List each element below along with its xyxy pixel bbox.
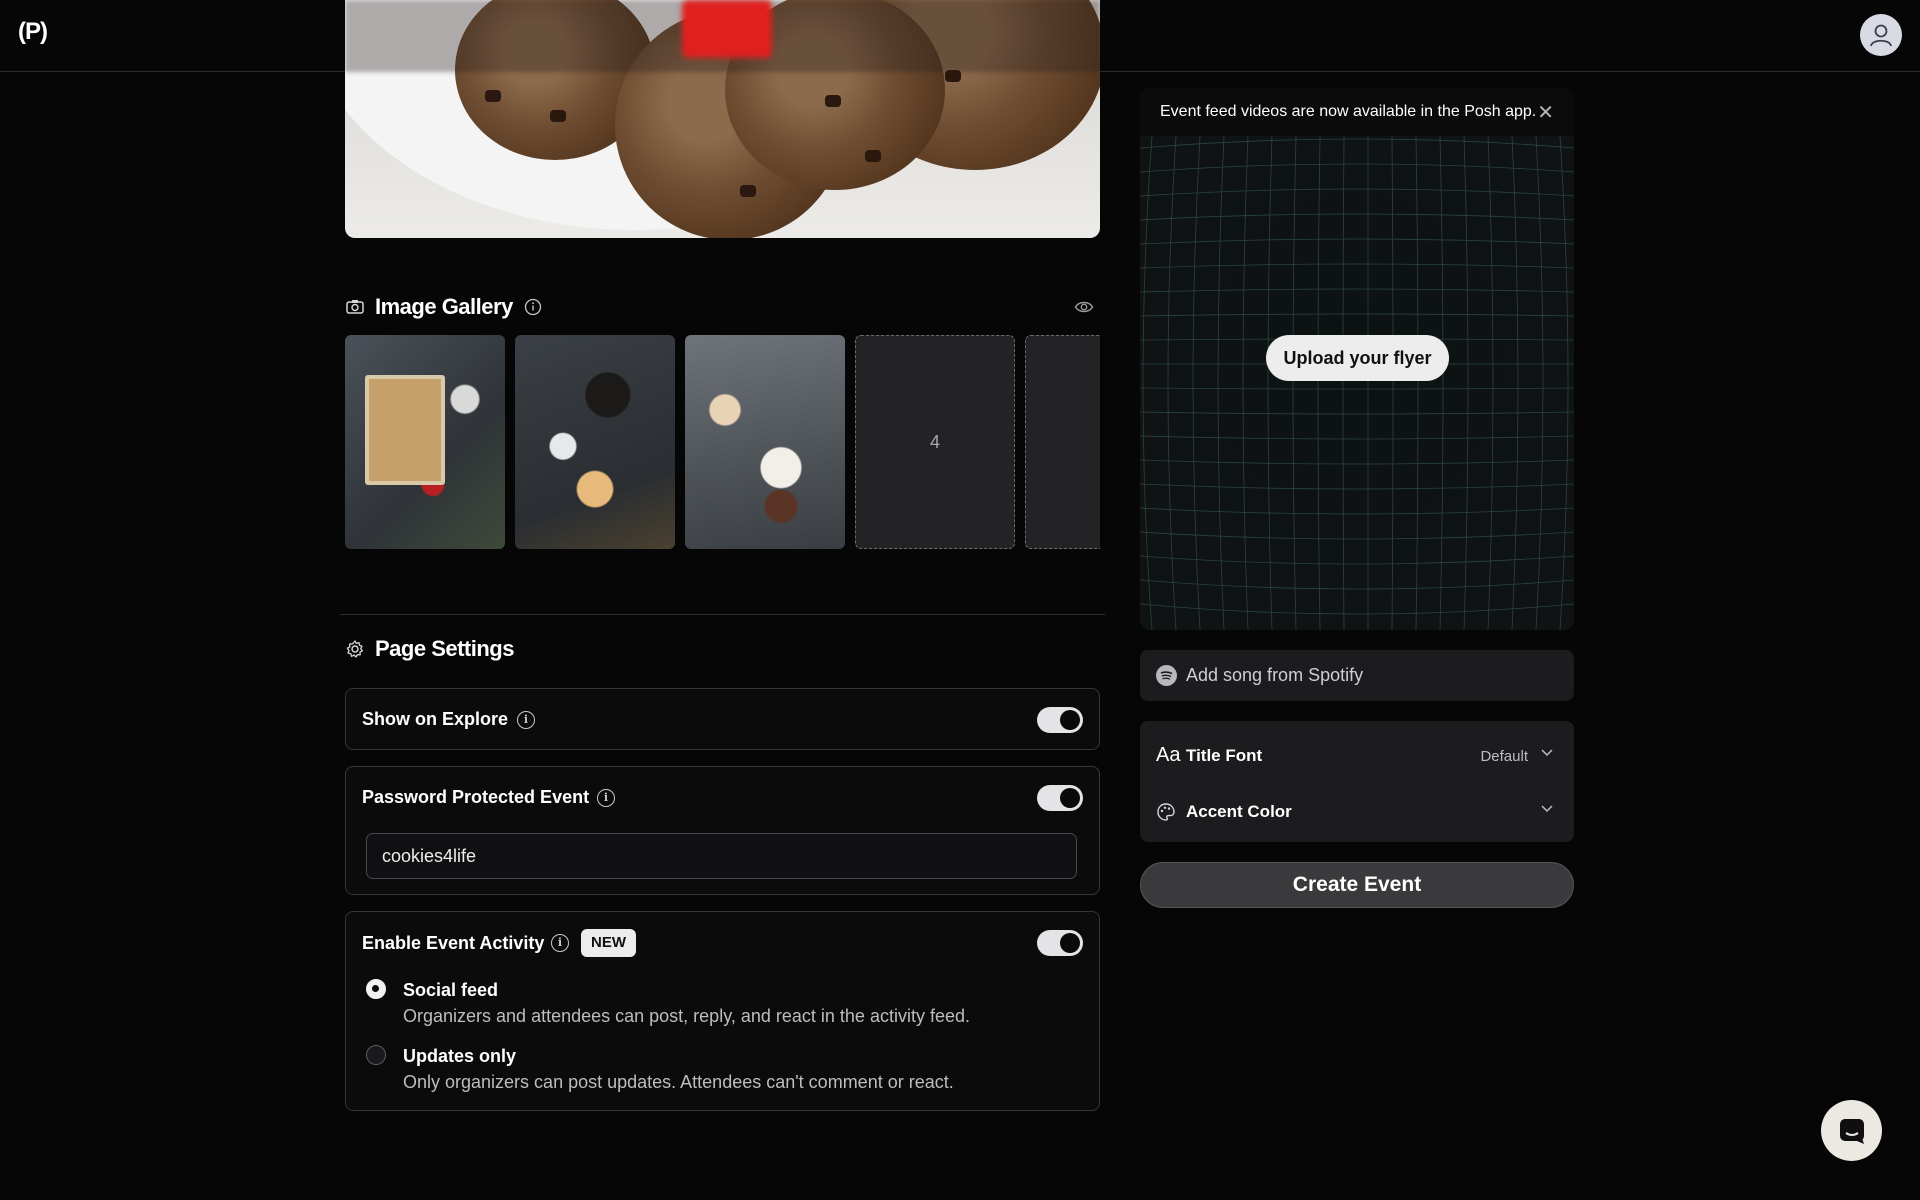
banner-text: Event feed videos are now available in t… <box>1160 103 1537 120</box>
chevron-down-icon <box>1540 745 1554 764</box>
gallery-image-3[interactable] <box>685 335 845 549</box>
title-font-label: Title Font <box>1186 746 1263 765</box>
info-banner: Event feed videos are now available in t… <box>1140 88 1574 136</box>
social-feed-title[interactable]: Social feed <box>403 980 498 1001</box>
event-activity-card: Enable Event Activity i NEW Social feed … <box>345 911 1100 1111</box>
chevron-down-icon <box>1540 801 1554 820</box>
page-settings-title: Page Settings <box>375 636 514 661</box>
image-gallery: 4 <box>345 335 1100 549</box>
updates-only-radio[interactable] <box>366 1045 386 1065</box>
show-on-explore-toggle[interactable] <box>1037 707 1083 733</box>
palette-icon <box>1156 802 1176 827</box>
gallery-image-1[interactable] <box>345 335 505 549</box>
accent-color-label: Accent Color <box>1186 802 1292 821</box>
title-font-value: Default <box>1480 748 1528 765</box>
info-icon[interactable]: i <box>517 711 535 729</box>
info-icon[interactable]: i <box>551 934 569 952</box>
event-cover-image[interactable] <box>345 0 1100 238</box>
accent-color-row[interactable]: Accent Color <box>1156 798 1558 828</box>
password-protected-card: Password Protected Event i <box>345 766 1100 895</box>
chat-launcher-button[interactable] <box>1821 1100 1882 1161</box>
posh-logo[interactable]: (P) <box>18 18 48 46</box>
upload-flyer-button[interactable]: Upload your flyer <box>1266 335 1449 381</box>
title-font-row[interactable]: Aa Title Font Default <box>1156 742 1558 772</box>
spotify-placeholder: Add song from Spotify <box>1186 665 1364 685</box>
camera-icon <box>345 297 365 317</box>
social-feed-radio[interactable] <box>366 979 386 999</box>
close-icon[interactable]: ✕ <box>1537 100 1554 125</box>
social-feed-description: Organizers and attendees can post, reply… <box>403 1006 970 1026</box>
eye-icon[interactable] <box>1074 297 1094 317</box>
gallery-image-2[interactable] <box>515 335 675 549</box>
show-on-explore-label: Show on Explore <box>362 709 509 729</box>
show-on-explore-card: Show on Explore i <box>345 688 1100 750</box>
password-protected-label: Password Protected Event <box>362 787 590 807</box>
user-icon <box>1870 24 1892 47</box>
image-gallery-header: Image Gallery <box>345 294 543 320</box>
password-input[interactable] <box>366 833 1077 879</box>
event-activity-toggle[interactable] <box>1037 930 1083 956</box>
spotify-icon <box>1156 665 1177 686</box>
info-icon[interactable] <box>523 297 543 317</box>
info-icon[interactable]: i <box>597 789 615 807</box>
create-event-button[interactable]: Create Event <box>1140 862 1574 908</box>
image-gallery-title: Image Gallery <box>375 294 513 319</box>
event-activity-label: Enable Event Activity <box>362 933 545 953</box>
spotify-song-field[interactable]: Add song from Spotify <box>1140 650 1574 701</box>
updates-only-title[interactable]: Updates only <box>403 1046 516 1067</box>
flyer-grid-background <box>1140 136 1574 630</box>
gear-icon <box>345 639 365 659</box>
password-protected-toggle[interactable] <box>1037 785 1083 811</box>
user-avatar[interactable] <box>1860 14 1902 56</box>
page-settings-header: Page Settings <box>345 636 514 662</box>
gallery-slot-number: 4 <box>929 431 940 452</box>
gallery-empty-slot[interactable]: 4 <box>855 335 1015 549</box>
appearance-panel: Aa Title Font Default Accent Color <box>1140 721 1574 842</box>
gallery-empty-slot[interactable] <box>1025 335 1100 549</box>
updates-only-description: Only organizers can post updates. Attend… <box>403 1072 954 1092</box>
title-font-icon: Aa <box>1156 744 1181 766</box>
chat-icon <box>1839 1118 1864 1144</box>
new-badge: NEW <box>581 929 636 957</box>
section-divider <box>340 614 1105 615</box>
